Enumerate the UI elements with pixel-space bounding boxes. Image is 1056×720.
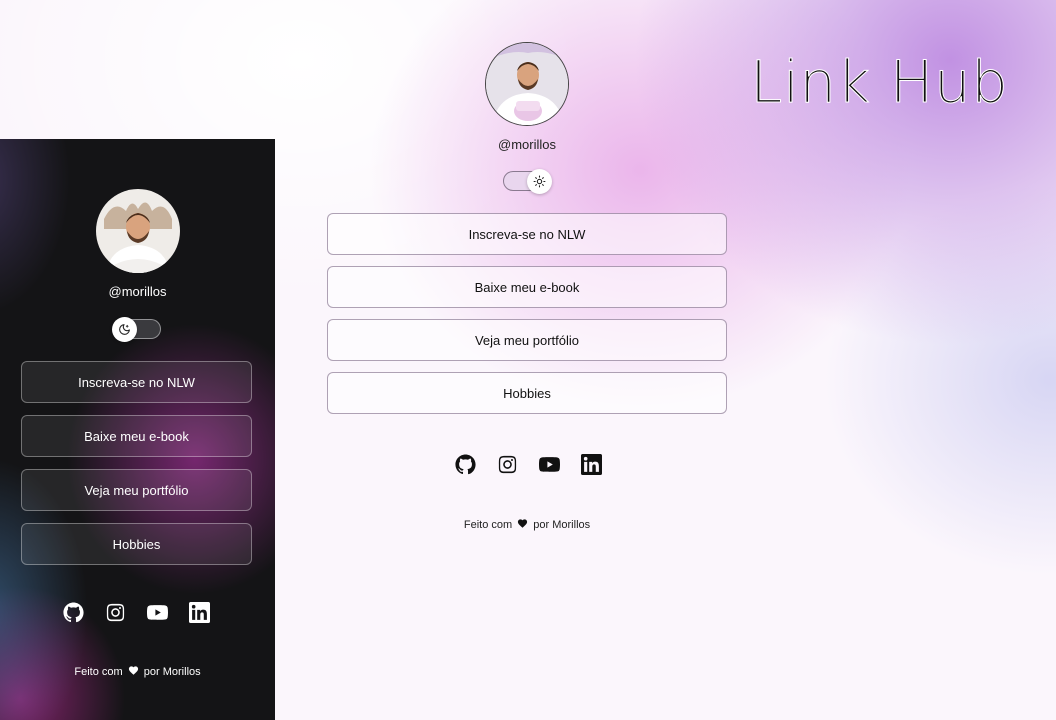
github-icon[interactable] <box>455 454 476 475</box>
list-item: Hobbies <box>21 523 252 565</box>
footer: Feito com por Morillos <box>0 665 275 678</box>
instagram-icon[interactable] <box>105 602 126 623</box>
footer-text-before: Feito com <box>74 666 123 678</box>
social-links <box>455 454 602 475</box>
link-button-ebook[interactable]: Baixe meu e-book <box>21 415 252 457</box>
instagram-icon[interactable] <box>497 454 518 475</box>
footer-text-before: Feito com <box>463 519 513 531</box>
list-item: Veja meu portfólio <box>327 319 727 361</box>
link-list: Inscreva-se no NLW Baixe meu e-book Veja… <box>327 213 727 425</box>
linkedin-icon[interactable] <box>189 602 210 623</box>
link-list: Inscreva-se no NLW Baixe meu e-book Veja… <box>21 361 252 577</box>
list-item: Hobbies <box>327 372 727 414</box>
link-button-hobbies[interactable]: Hobbies <box>21 523 252 565</box>
page-title: Link Hub <box>749 48 1009 117</box>
link-button-hobbies[interactable]: Hobbies <box>327 372 727 414</box>
github-icon[interactable] <box>63 602 84 623</box>
list-item: Inscreva-se no NLW <box>327 213 727 255</box>
footer-text-after: por Morillos <box>533 519 591 531</box>
link-button-nlw[interactable]: Inscreva-se no NLW <box>327 213 727 255</box>
youtube-icon[interactable] <box>147 602 168 623</box>
profile: @morillos <box>0 189 275 299</box>
sun-icon <box>527 169 552 194</box>
link-button-nlw[interactable]: Inscreva-se no NLW <box>21 361 252 403</box>
moon-icon <box>112 317 137 342</box>
social-links <box>63 602 210 623</box>
link-button-portfolio[interactable]: Veja meu portfólio <box>21 469 252 511</box>
list-item: Baixe meu e-book <box>327 266 727 308</box>
footer-text-after: por Morillos <box>143 666 201 678</box>
footer: Feito com por Morillos <box>327 518 727 531</box>
list-item: Veja meu portfólio <box>21 469 252 511</box>
avatar <box>95 189 180 273</box>
username: @morillos <box>498 137 556 152</box>
username: @morillos <box>108 284 167 299</box>
theme-toggle[interactable] <box>112 317 161 342</box>
heart-icon <box>128 665 139 676</box>
list-item: Baixe meu e-book <box>21 415 252 457</box>
heart-icon <box>517 518 528 529</box>
theme-toggle[interactable] <box>503 169 552 194</box>
youtube-icon[interactable] <box>539 454 560 475</box>
linkedin-icon[interactable] <box>581 454 602 475</box>
list-item: Inscreva-se no NLW <box>21 361 252 403</box>
profile: @morillos <box>327 42 727 152</box>
link-button-ebook[interactable]: Baixe meu e-book <box>327 266 727 308</box>
dark-theme-preview: @morillos Inscreva-se no NLW Baixe meu e… <box>0 139 275 720</box>
avatar <box>485 42 569 126</box>
link-button-portfolio[interactable]: Veja meu portfólio <box>327 319 727 361</box>
